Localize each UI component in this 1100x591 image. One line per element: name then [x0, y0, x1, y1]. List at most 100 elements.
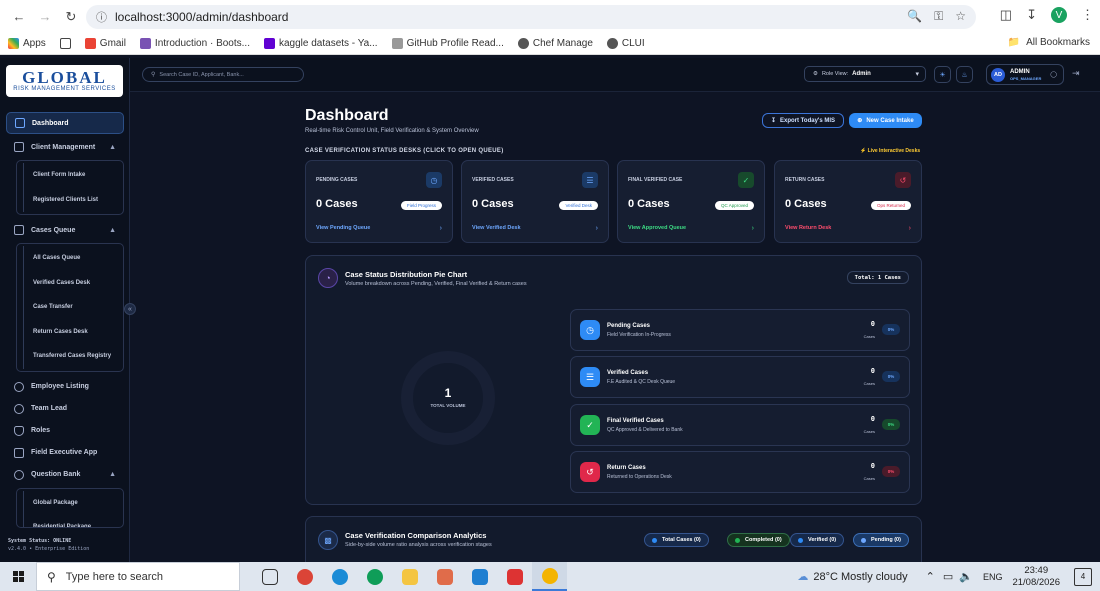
export-mis-button[interactable]: ↧ Export Today's MIS: [762, 113, 844, 128]
office-icon[interactable]: [497, 562, 532, 591]
desk-card-final-verified[interactable]: FINAL VERIFIED CASE ✓ 0 Cases QC Approve…: [617, 160, 765, 243]
address-bar[interactable]: ⓘ localhost:3000/admin/dashboard 🔍 ⚿ ☆: [86, 5, 976, 29]
forward-icon[interactable]: →: [34, 6, 56, 28]
sidebar-item-roles[interactable]: Roles: [6, 420, 124, 442]
sidebar-item-global-package[interactable]: Global Package: [17, 490, 123, 516]
legend-return[interactable]: ↺ Return Cases Returned to Operations De…: [570, 451, 910, 493]
bookmark-chef[interactable]: Chef Manage: [517, 38, 593, 49]
menu-dots-icon[interactable]: ⋮: [1081, 7, 1094, 23]
sidebar-item-all-cases[interactable]: All Cases Queue: [17, 246, 123, 271]
sidebar-item-return-cases[interactable]: Return Cases Desk: [17, 319, 123, 345]
role-view-select[interactable]: ⚙ Role View: Admin ▾: [804, 66, 926, 82]
chip-total[interactable]: Total Cases (0): [644, 533, 709, 547]
chevron-up-icon: ▲: [109, 226, 116, 234]
page-subtitle: Real-time Risk Control Unit, Field Verif…: [305, 128, 479, 134]
sidebar-item-dashboard[interactable]: Dashboard: [6, 112, 124, 134]
notification-bell-icon[interactable]: ♨: [956, 66, 973, 83]
chip-completed[interactable]: Completed (0): [727, 533, 790, 547]
bookmark-clui[interactable]: CLUI: [606, 38, 645, 49]
bookmark-gmail[interactable]: Gmail: [84, 38, 126, 49]
file-explorer-icon[interactable]: [392, 562, 427, 591]
legend-final-verified[interactable]: ✓ Final Verified Cases QC Approved & Del…: [570, 404, 910, 446]
bookmark-kaggle[interactable]: kaggle datasets - Ya...: [263, 38, 378, 49]
sidebar-item-cases-queue[interactable]: Cases Queue ▲: [6, 219, 124, 241]
file-check-icon: ☰: [582, 172, 598, 188]
sidebar-item-employee-listing[interactable]: Employee Listing: [6, 376, 124, 398]
edge-icon[interactable]: [322, 562, 357, 591]
chevron-up-icon[interactable]: ⌃: [926, 570, 935, 583]
task-view-icon[interactable]: [252, 562, 287, 591]
chevron-right-icon: ›: [751, 225, 754, 232]
bookmark-github[interactable]: GitHub Profile Read...: [391, 38, 504, 49]
main-content: Dashboard Real-time Risk Control Unit, F…: [130, 92, 1100, 562]
key-icon[interactable]: ⚿: [934, 9, 943, 24]
sidebar-item-team-lead[interactable]: Team Lead: [6, 398, 124, 420]
view-verified-link[interactable]: View Verified Desk: [472, 225, 521, 231]
taskbar-search-input[interactable]: ⚲ Type here to search: [36, 562, 240, 591]
language-indicator[interactable]: ENG: [983, 572, 1003, 582]
view-return-link[interactable]: View Return Desk: [785, 225, 831, 231]
app-root: GLOBAL RISK MANAGEMENT SERVICES Dashboar…: [0, 58, 1100, 562]
sidebar-item-question-bank[interactable]: Question Bank ▲: [6, 464, 124, 486]
all-bookmarks[interactable]: 📁 All Bookmarks: [1008, 37, 1090, 48]
chrome-icon[interactable]: [287, 562, 322, 591]
desk-card-verified[interactable]: VERIFIED CASES ☰ 0 Cases Verified Desk V…: [461, 160, 609, 243]
weather-widget[interactable]: ☁ 28°C Mostly cloudy: [797, 570, 907, 584]
company-logo[interactable]: GLOBAL RISK MANAGEMENT SERVICES: [6, 65, 123, 97]
pie-chart-card: ◔ Case Status Distribution Pie Chart Vol…: [305, 255, 922, 505]
team-icon: [14, 403, 24, 414]
bookmark-grid[interactable]: [59, 38, 71, 49]
desk-card-return[interactable]: RETURN CASES ↺ 0 Cases Ops Returned View…: [774, 160, 922, 243]
chrome-active-icon[interactable]: [532, 562, 567, 591]
globe-icon: [606, 38, 618, 49]
zoom-icon[interactable]: 🔍: [907, 9, 922, 24]
legend-verified[interactable]: ☰ Verified Cases F.E Audited & QC Desk Q…: [570, 356, 910, 398]
chip-pending[interactable]: Pending (0): [853, 533, 909, 547]
legend-pending[interactable]: ◷ Pending Cases Field Verification In-Pr…: [570, 309, 910, 351]
battery-icon[interactable]: ▭: [943, 570, 953, 583]
sidebar: GLOBAL RISK MANAGEMENT SERVICES Dashboar…: [0, 58, 130, 562]
chevron-right-icon: ›: [595, 225, 598, 232]
extensions-icon[interactable]: ◫: [1000, 7, 1012, 23]
star-icon[interactable]: ☆: [955, 9, 966, 24]
new-case-intake-button[interactable]: ⊕ New Case Intake: [849, 113, 922, 128]
site-info-icon[interactable]: ⓘ: [96, 9, 107, 25]
sidebar-item-client-management[interactable]: Client Management ▲: [6, 136, 124, 158]
volume-icon[interactable]: 🔈: [959, 570, 973, 583]
download-icon[interactable]: ↧: [1026, 7, 1037, 23]
logout-icon[interactable]: ⇥: [1072, 68, 1080, 79]
donut-total-value: 1: [444, 386, 452, 400]
document-icon: [14, 447, 24, 458]
sidebar-item-case-transfer[interactable]: Case Transfer: [17, 295, 123, 320]
theme-toggle-icon[interactable]: ☀: [934, 66, 951, 83]
view-pending-link[interactable]: View Pending Queue: [316, 225, 370, 231]
bookmark-bootstrap[interactable]: Introduction · Boots...: [139, 38, 250, 49]
sidebar-item-client-form-intake[interactable]: Client Form Intake: [17, 163, 123, 188]
windows-start-icon[interactable]: [0, 562, 36, 591]
notification-center-icon[interactable]: 4: [1074, 567, 1092, 586]
desk-card-pending[interactable]: PENDING CASES ◷ 0 Cases Field Progress V…: [305, 160, 453, 243]
bookmark-apps[interactable]: Apps: [8, 38, 46, 49]
git-icon[interactable]: [427, 562, 462, 591]
clock[interactable]: 23:49 21/08/2026: [1012, 565, 1060, 589]
back-icon[interactable]: ←: [8, 6, 30, 28]
taskbar-apps: [252, 562, 567, 591]
chrome-icon[interactable]: [357, 562, 392, 591]
user-icon: ◯: [1050, 72, 1057, 78]
user-menu[interactable]: AD ADMIN OPS_MANAGER ◯: [986, 64, 1064, 85]
bootstrap-icon: [139, 38, 151, 49]
view-approved-link[interactable]: View Approved Queue: [628, 225, 686, 231]
status-badge: Ops Returned: [870, 201, 911, 210]
sidebar-item-registered-clients[interactable]: Registered Clients List: [17, 187, 123, 213]
vscode-icon[interactable]: [462, 562, 497, 591]
sidebar-item-verified-cases[interactable]: Verified Cases Desk: [17, 270, 123, 296]
reload-icon[interactable]: ↻: [60, 6, 82, 28]
chip-verified[interactable]: Verified (0): [790, 533, 845, 547]
sidebar-item-transferred-registry[interactable]: Transferred Cases Registry: [17, 344, 123, 369]
grid-icon: [59, 38, 71, 49]
sidebar-item-residential-package[interactable]: Residential Package: [17, 515, 123, 527]
profile-avatar[interactable]: V: [1051, 7, 1067, 23]
sidebar-item-field-exec[interactable]: Field Executive App: [6, 442, 124, 464]
status-badge: Field Progress: [400, 201, 442, 210]
search-input[interactable]: ⚲ Search Case ID, Applicant, Bank...: [142, 67, 304, 82]
